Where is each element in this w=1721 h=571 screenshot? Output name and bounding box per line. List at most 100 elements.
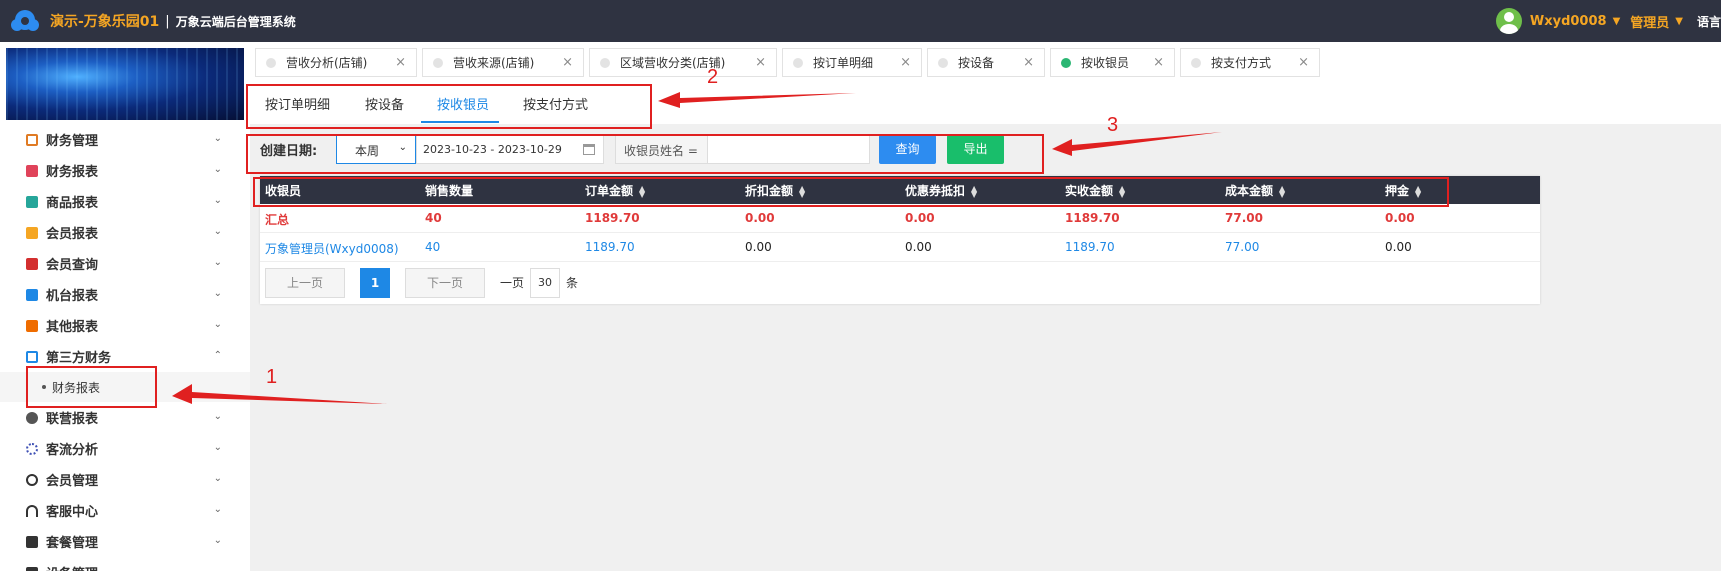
per-page-label: 一页: [500, 276, 525, 290]
sidebar-item-machine-report[interactable]: 机台报表 ⌄: [0, 279, 250, 310]
chevron-down-icon: ⌄: [213, 257, 222, 268]
banner-image: [6, 48, 244, 120]
role-menu[interactable]: 管理员: [1630, 12, 1669, 31]
sidebar-item-finance-management[interactable]: 财务管理 ⌄: [0, 124, 250, 155]
per-page-input[interactable]: 30: [530, 268, 560, 298]
table-cell: 0.00: [905, 211, 935, 225]
sidebar-item-label: 客服中心: [46, 505, 99, 520]
chevron-up-icon: ⌃: [213, 350, 222, 361]
tab-dot-icon: [1191, 57, 1201, 68]
table-cell: 77.00: [1225, 240, 1260, 254]
headset-icon: [26, 504, 38, 517]
tab-label: 营收来源(店铺): [453, 56, 535, 70]
system-name: 万象云端后台管理系统: [175, 14, 296, 29]
chevron-down-icon: ⌄: [213, 133, 222, 144]
highlight-box-submenu: [26, 366, 157, 408]
tab-dot-icon: [266, 57, 276, 68]
close-icon[interactable]: ×: [395, 55, 406, 70]
chevron-down-icon: ⌄: [214, 566, 222, 571]
table-cell: 77.00: [1225, 211, 1263, 225]
close-icon[interactable]: ×: [562, 55, 573, 70]
chevron-down-icon: ⌄: [213, 164, 222, 175]
chevron-down-icon: ⌄: [213, 226, 222, 237]
sidebar-item-label: 套餐管理: [46, 536, 99, 551]
chevron-down-icon: ⌄: [213, 504, 222, 515]
close-icon[interactable]: ×: [755, 55, 766, 70]
avatar[interactable]: [1495, 8, 1522, 34]
brand-name: 演示-万象乐园01: [50, 14, 160, 30]
chevron-down-icon[interactable]: ▼: [1613, 16, 1621, 27]
tab-dot-icon: [938, 57, 948, 68]
sidebar-item-member-query[interactable]: 会员查询 ⌄: [0, 248, 250, 279]
table-cell: 0.00: [745, 211, 775, 225]
close-icon[interactable]: ×: [900, 55, 911, 70]
close-icon[interactable]: ×: [1023, 55, 1034, 70]
annotation-arrow-3: [1052, 132, 1222, 156]
table-cell: 1189.70: [1065, 211, 1120, 225]
users-icon: [26, 411, 38, 424]
annotation-number-1: 1: [266, 366, 278, 388]
sidebar-item-package-management[interactable]: 套餐管理 ⌄: [0, 526, 250, 557]
next-page-button[interactable]: 下一页: [405, 268, 485, 298]
tab-label: 按设备: [958, 56, 995, 70]
chevron-down-icon[interactable]: ▼: [1675, 16, 1683, 27]
table-cell: 0.00: [905, 240, 932, 254]
brand: 演示-万象乐园01 | 万象云端后台管理系统: [10, 0, 296, 42]
sidebar-item-member-management[interactable]: 会员管理 ⌄: [0, 464, 250, 495]
sidebar-item-goods-report[interactable]: 商品报表 ⌄: [0, 186, 250, 217]
highlight-box-filters: [246, 134, 1044, 174]
user-name[interactable]: Wxyd0008: [1530, 14, 1607, 29]
sidebar-item-label: 商品报表: [46, 196, 99, 211]
table-cell: 1189.70: [585, 211, 640, 225]
sidebar-item-label: 第三方财务: [46, 351, 112, 366]
table-cell: 40: [425, 240, 441, 254]
tab-dot-icon: [433, 57, 443, 68]
tab-label: 按订单明细: [813, 56, 874, 70]
sidebar-item-device-management[interactable]: 设备管理 ⌄: [0, 557, 250, 571]
sidebar-item-label: 财务报表: [46, 165, 99, 180]
user-area: Wxyd0008 ▼ 管理员 ▼ 语言: [1495, 0, 1721, 42]
sidebar-item-other-report[interactable]: 其他报表 ⌄: [0, 310, 250, 341]
language-menu[interactable]: 语言: [1697, 13, 1721, 30]
sidebar-item-label: 设备管理: [46, 563, 98, 571]
chevron-down-icon: ⌄: [213, 288, 222, 299]
sidebar-item-label: 客流分析: [46, 443, 99, 458]
sidebar-item-traffic-analysis[interactable]: 客流分析 ⌄: [0, 433, 250, 464]
summary-row: 汇总 40 1189.70 0.00 0.00 1189.70 77.00 0.…: [260, 204, 1540, 233]
tab-revenue-source[interactable]: 营收来源(店铺) ×: [422, 48, 584, 77]
tab-regional-revenue[interactable]: 区域营收分类(店铺) ×: [589, 48, 777, 77]
close-icon[interactable]: ×: [1153, 55, 1164, 70]
tab-dot-icon: [793, 57, 803, 68]
sidebar-item-label: 联营报表: [46, 412, 99, 427]
tab-by-device[interactable]: 按设备 ×: [927, 48, 1045, 77]
annotation-number-3: 3: [1107, 114, 1119, 136]
chevron-down-icon: ⌄: [213, 473, 222, 484]
report-icon: [26, 164, 38, 177]
calculator-icon: [26, 350, 38, 363]
brand-separator: |: [165, 13, 170, 29]
sidebar-item-finance-report[interactable]: 财务报表 ⌄: [0, 155, 250, 186]
sidebar-item-member-report[interactable]: 会员报表 ⌄: [0, 217, 250, 248]
prev-page-button[interactable]: 上一页: [265, 268, 345, 298]
close-icon[interactable]: ×: [1298, 55, 1309, 70]
target-icon: [26, 442, 38, 455]
tab-by-payment[interactable]: 按支付方式 ×: [1180, 48, 1320, 77]
sidebar-menu: 财务管理 ⌄ 财务报表 ⌄ 商品报表 ⌄ 会员报表 ⌄ 会员查询 ⌄ 机台报表 …: [0, 124, 250, 571]
table-row: 万象管理员(Wxyd0008) 40 1189.70 0.00 0.00 118…: [260, 233, 1540, 262]
page-number-current[interactable]: 1: [360, 268, 390, 298]
sidebar-item-service-center[interactable]: 客服中心 ⌄: [0, 495, 250, 526]
chevron-down-icon: ⌄: [213, 319, 222, 330]
layers-icon: [26, 319, 38, 332]
table-cell: 万象管理员(Wxyd0008): [265, 242, 399, 256]
chevron-down-icon: ⌄: [213, 195, 222, 206]
chevron-down-icon: ⌄: [213, 411, 222, 422]
table-cell: 0.00: [745, 240, 772, 254]
tab-by-cashier[interactable]: 按收银员 ×: [1050, 48, 1175, 77]
sidebar-item-label: 会员查询: [46, 258, 99, 273]
tab-order-detail[interactable]: 按订单明细 ×: [782, 48, 922, 77]
sidebar-item-label: 财务管理: [46, 134, 99, 149]
sidebar-item-label: 其他报表: [46, 320, 99, 335]
cloud-logo-icon: [11, 10, 39, 31]
top-bar: 演示-万象乐园01 | 万象云端后台管理系统 Wxyd0008 ▼ 管理员 ▼ …: [0, 0, 1721, 42]
tab-revenue-analysis[interactable]: 营收分析(店铺) ×: [255, 48, 417, 77]
